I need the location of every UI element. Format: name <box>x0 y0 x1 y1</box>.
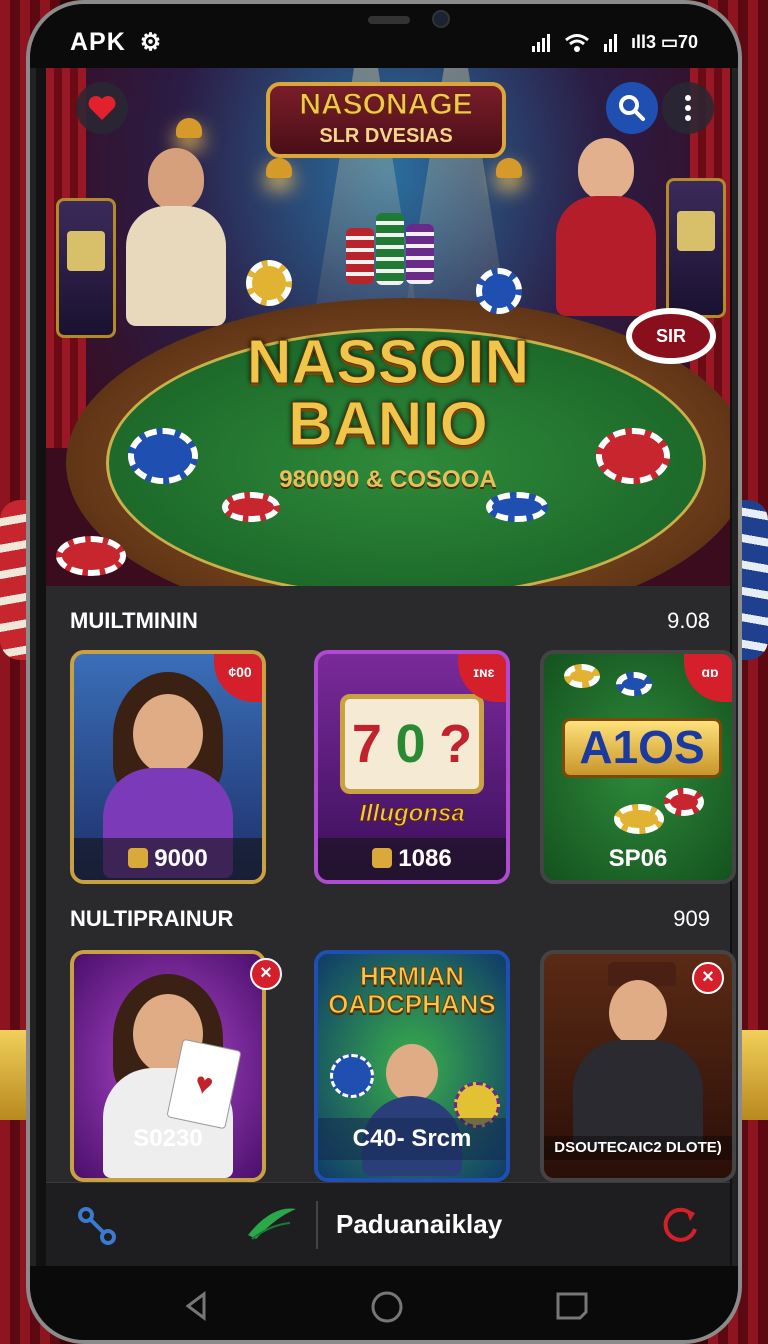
more-vertical-icon <box>685 95 691 121</box>
status-app-label: APK <box>70 28 126 56</box>
character-man-suit <box>573 980 703 1150</box>
phone-frame: APK ⚙ ıll3 ▭70 NASONAGE SLR DVESIAS SIR … <box>26 0 742 1344</box>
section-header-1: MUILTMININ 9.08 <box>70 608 710 638</box>
promo-title: HRMIAN OADCPHANS <box>328 961 497 1019</box>
game-list-panel: MUILTMININ 9.08 ¢00 9000 7 0? Illugonsa ɪ… <box>46 586 736 1182</box>
poker-chip <box>616 672 652 696</box>
speaker-grille <box>368 16 410 24</box>
hero-title-line2: BANIO <box>288 390 489 459</box>
divider <box>316 1201 318 1249</box>
slot-reels: 7 0? <box>340 694 484 794</box>
poker-chip <box>246 260 292 306</box>
front-camera <box>432 10 450 28</box>
status-bar: APK ⚙ ıll3 ▭70 <box>30 4 738 68</box>
game-card[interactable]: 7 0? Illugonsa ɪɴɛ 1086 <box>314 650 510 884</box>
chip-stack <box>346 228 374 284</box>
ball-icon <box>330 1054 374 1098</box>
game-card[interactable]: A1OS ɑɒ SP06 <box>540 650 736 884</box>
settings-gear-icon: ⚙ <box>139 29 163 56</box>
section-header-2: NULTIPRAINUR 909 <box>70 906 710 936</box>
slot-logo-text: Illugonsa <box>359 800 465 828</box>
poker-chip <box>486 492 548 522</box>
game-card[interactable]: ♥ S0230 <box>70 950 266 1182</box>
status-left: APK ⚙ <box>70 28 162 57</box>
card-label: 9000 <box>74 838 262 880</box>
leaf-logo-icon <box>248 1208 296 1240</box>
favorite-button[interactable] <box>76 82 128 134</box>
dealer-woman <box>556 138 656 316</box>
poker-chip <box>476 268 522 314</box>
close-icon[interactable]: × <box>692 962 724 994</box>
game-logo: A1OS <box>562 718 722 778</box>
poker-chip <box>664 788 704 816</box>
hanging-lamp <box>266 158 292 178</box>
hero-title: NASSOIN BANIO <box>46 328 730 459</box>
hero-subtitle: 980090 & COSOOA <box>279 466 497 493</box>
hero-banner-line1: NASONAGE <box>299 88 473 122</box>
cell-signal-icon <box>603 33 617 52</box>
poker-chip <box>614 804 664 834</box>
hanging-lamp <box>176 118 202 138</box>
wifi-icon <box>565 33 589 52</box>
poker-chip <box>222 492 280 522</box>
chip-stack <box>406 224 434 284</box>
status-right: ıll3 ▭70 <box>531 32 698 53</box>
card-label: DSOUTECAIC2 DLOTE) <box>544 1136 732 1160</box>
game-card[interactable]: HRMIAN OADCPHANS C40- Srcm <box>314 950 510 1182</box>
card-badge: ɑɒ <box>684 654 732 702</box>
card-label: SP06 <box>608 845 668 872</box>
hero-title-line1: NASSOIN <box>246 328 530 397</box>
coin-icon <box>128 848 149 868</box>
more-options-button[interactable] <box>662 82 714 134</box>
hanging-lamp <box>496 158 522 178</box>
card-label: C40- Srcm <box>318 1118 506 1160</box>
hero-banner[interactable]: NASONAGE SLR DVESIAS SIR NASSOIN BANIO 9… <box>46 68 730 586</box>
signal-icon <box>531 33 550 52</box>
dealer-man <box>126 148 226 326</box>
battery-indicator: ıll3 ▭70 <box>630 32 698 52</box>
game-card[interactable]: ¢00 9000 <box>70 650 266 884</box>
search-button[interactable] <box>606 82 658 134</box>
slot-machine-left <box>56 198 116 338</box>
hero-top-banner: NASONAGE SLR DVESIAS <box>266 82 506 158</box>
poker-chip <box>56 536 126 576</box>
refresh-icon[interactable] <box>658 1203 702 1247</box>
recents-icon[interactable] <box>554 1290 590 1322</box>
brand-name: Paduanaiklay <box>336 1209 503 1239</box>
bottom-bar: Paduanaiklay <box>46 1182 730 1266</box>
chip-stack <box>376 213 404 285</box>
link-icon[interactable] <box>76 1205 120 1249</box>
section-title: NULTIPRAINUR <box>70 906 234 931</box>
card-label: S0230 <box>133 1125 203 1152</box>
section-count: 9.08 <box>667 608 710 633</box>
section-title: MUILTMININ <box>70 608 198 633</box>
card-label: 1086 <box>318 838 506 880</box>
close-icon[interactable]: × <box>250 958 282 990</box>
coin-icon <box>372 848 393 868</box>
search-icon <box>619 95 645 121</box>
system-navigation-bar <box>30 1266 738 1340</box>
back-icon[interactable] <box>180 1290 212 1322</box>
hero-banner-line2: SLR DVESIAS <box>319 125 453 147</box>
game-card[interactable]: × DSOUTECAIC2 DLOTE) <box>540 950 736 1182</box>
home-icon[interactable] <box>370 1290 404 1324</box>
poker-chip <box>564 664 600 688</box>
slot-machine-right <box>666 178 726 318</box>
heart-icon <box>88 96 116 120</box>
section-count: 909 <box>673 906 710 931</box>
